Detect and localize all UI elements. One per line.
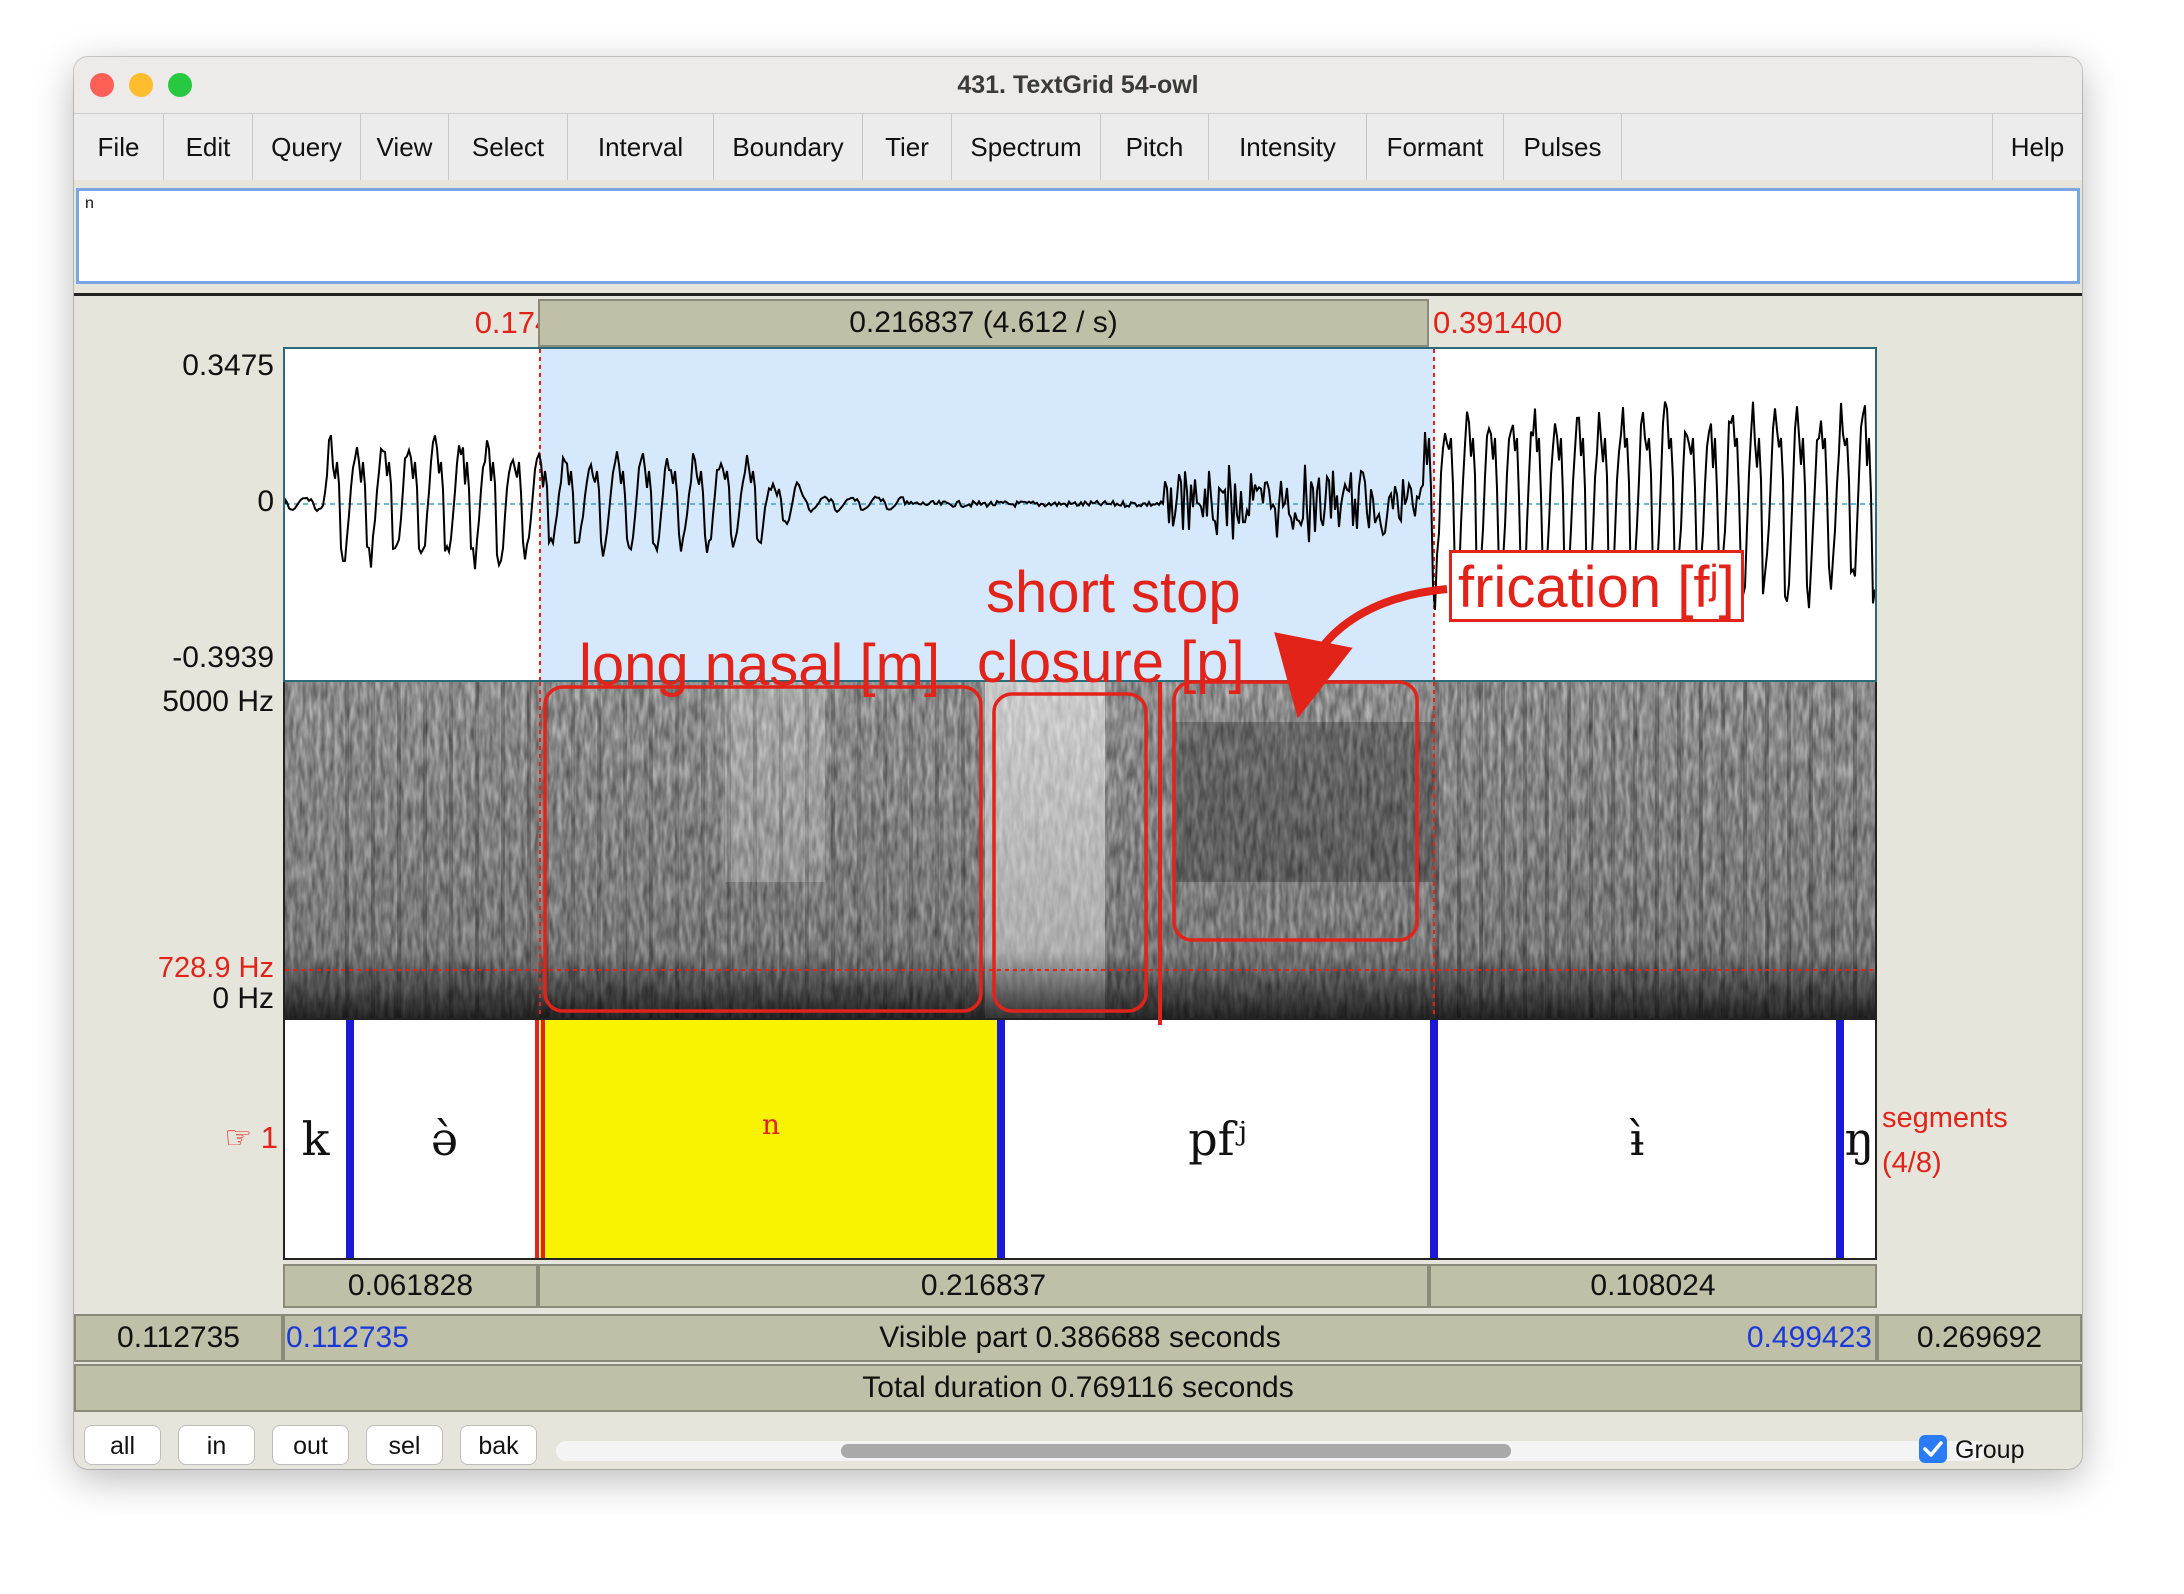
visible-part-bar[interactable]: Visible part 0.386688 seconds (283, 1314, 1877, 1362)
visible-after-bar[interactable]: 0.269692 (1877, 1314, 2082, 1362)
duration-right-interval[interactable]: 0.108024 (1429, 1264, 1877, 1308)
visible-after-value: 0.269692 (1916, 1321, 2043, 1354)
duration-selected-value: 0.216837 (920, 1269, 1047, 1302)
total-duration-bar[interactable]: Total duration 0.769116 seconds (74, 1364, 2082, 1412)
duration-left-interval[interactable]: 0.061828 (283, 1264, 538, 1308)
visible-before-bar[interactable]: 0.112735 (74, 1314, 283, 1362)
total-duration-label: Total duration 0.769116 seconds (862, 1371, 1294, 1404)
group-checkbox[interactable] (1919, 1435, 1947, 1463)
frication-arrow (1274, 585, 1448, 719)
zoom-out-button[interactable]: out (272, 1425, 349, 1465)
closure-annotation-box (992, 692, 1148, 1013)
zoom-back-button[interactable]: bak (460, 1425, 537, 1465)
horizontal-scrollbar[interactable] (556, 1441, 1986, 1461)
textgrid-window: 431. TextGrid 54-owl File Edit Query Vie… (74, 57, 2082, 1469)
duration-right-value: 0.108024 (1590, 1269, 1716, 1302)
visible-part-label: Visible part 0.386688 seconds (879, 1321, 1281, 1354)
zoom-all-button[interactable]: all (84, 1425, 161, 1465)
stop-annotation-line2: closure [p] (977, 630, 1245, 695)
nasal-annotation: long nasal [m] (579, 633, 941, 698)
zoom-selection-button[interactable]: sel (366, 1425, 443, 1465)
group-label: Group (1955, 1436, 2025, 1464)
scrollbar-thumb[interactable] (841, 1444, 1511, 1458)
frication-annotation-box (1172, 680, 1419, 942)
frication-annotation: frication [fʲ] (1449, 550, 1744, 622)
stop-annotation-line1: short stop (986, 560, 1241, 625)
visible-end-time: 0.499423 (1746, 1321, 1872, 1354)
visible-before-value: 0.112735 (117, 1321, 240, 1354)
visible-start-time: 0.112735 (286, 1321, 409, 1354)
checkmark-icon (1923, 1441, 1943, 1457)
zoom-in-button[interactable]: in (178, 1425, 255, 1465)
duration-selected-interval[interactable]: 0.216837 (538, 1264, 1429, 1308)
nasal-annotation-box (543, 685, 983, 1013)
duration-left-value: 0.061828 (347, 1269, 474, 1302)
annotation-overlay (543, 585, 1448, 1025)
